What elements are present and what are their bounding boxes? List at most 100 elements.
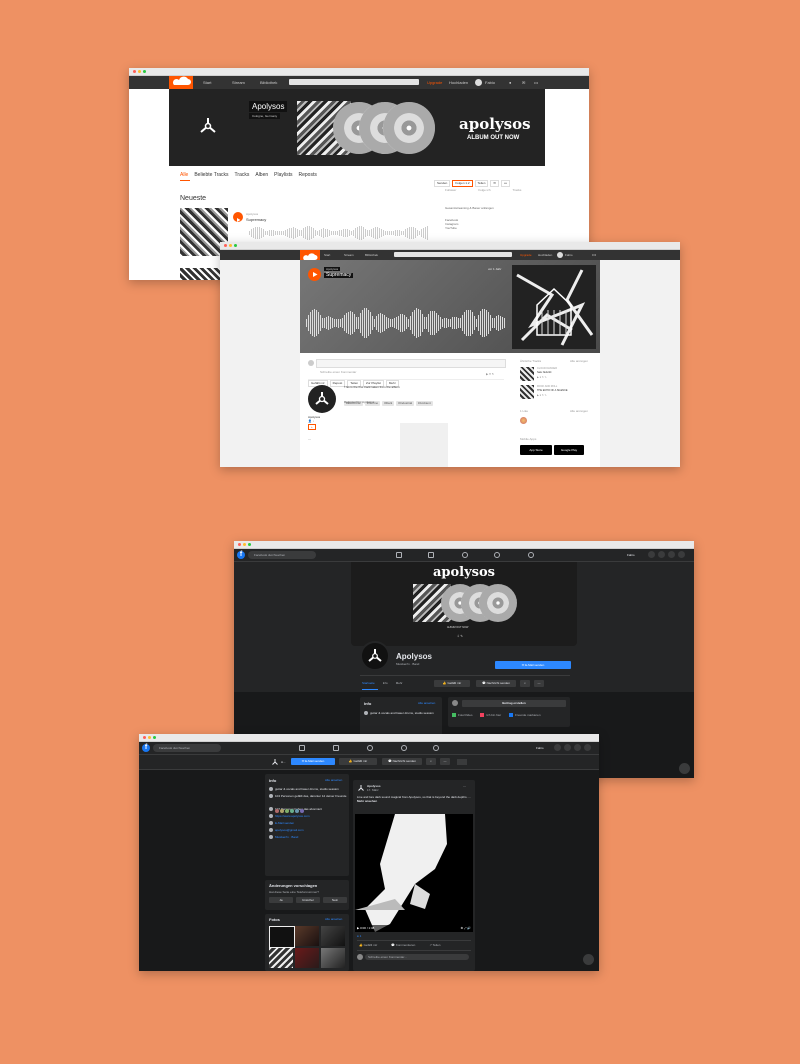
edit-cover-icon[interactable]: ⇩ ✎ [457, 634, 463, 638]
menu-icon[interactable] [648, 551, 655, 558]
see-all-link[interactable]: Alle ansehen [418, 701, 435, 705]
more-icon[interactable]: ••• [534, 80, 538, 85]
artist-avatar[interactable] [308, 385, 336, 413]
friend-avatar[interactable] [290, 809, 294, 813]
post-action[interactable]: Ich bin hier [480, 713, 501, 717]
photo-thumb[interactable] [295, 926, 319, 946]
gaming-icon[interactable] [433, 745, 439, 751]
home-icon[interactable] [299, 745, 305, 751]
comment-input[interactable]: Schreibe einen Kommentar [316, 359, 506, 374]
stat-1[interactable]: Folge ich [478, 188, 490, 192]
post-action[interactable]: 💬 Kommentieren [391, 943, 415, 947]
suggest-button[interactable]: Unsicher [296, 897, 320, 903]
messenger-icon[interactable] [658, 551, 665, 558]
profile-name[interactable]: Fabio [627, 553, 635, 557]
tag[interactable]: #Dark [382, 401, 395, 406]
groups-icon[interactable] [494, 552, 500, 558]
facebook-logo[interactable]: f [142, 744, 150, 752]
user-name[interactable]: Fabio [565, 253, 573, 257]
friend-avatar[interactable] [300, 809, 304, 813]
more-icon[interactable]: ⋯ [463, 784, 466, 788]
gaming-icon[interactable] [528, 552, 534, 558]
nav-stream[interactable]: Stream [344, 253, 354, 257]
photo-thumb[interactable] [269, 948, 293, 968]
photo-thumb[interactable] [295, 948, 319, 968]
mail-icon[interactable]: ✉ [490, 180, 499, 187]
watch-icon[interactable] [367, 745, 373, 751]
menu-icon[interactable] [554, 744, 561, 751]
create-post-button[interactable]: Beitrag erstellen [462, 700, 566, 707]
liker-avatar[interactable] [520, 417, 527, 424]
post-time[interactable]: 17. März [367, 788, 379, 792]
facebook-logo[interactable]: f [237, 551, 245, 559]
reactions[interactable]: ● 1 [357, 934, 361, 938]
friend-avatar[interactable] [285, 809, 289, 813]
hero-artist[interactable]: Apolysos [324, 267, 341, 271]
groups-icon[interactable] [401, 745, 407, 751]
new-message-icon[interactable] [679, 763, 690, 774]
related-artwork[interactable] [520, 385, 534, 399]
post-action[interactable]: ↗ Teilen [429, 943, 440, 947]
upgrade-link[interactable]: Upgrade [427, 80, 442, 85]
friend-avatar[interactable] [280, 809, 284, 813]
watch-icon[interactable] [462, 552, 468, 558]
info-item[interactable]: E-Mail senden [269, 821, 347, 825]
friend-avatar[interactable] [295, 809, 299, 813]
more-icon[interactable]: ⋯ [534, 680, 544, 687]
hero-waveform[interactable] [306, 308, 506, 338]
account-icon[interactable] [584, 744, 591, 751]
tab-3[interactable]: Alben [255, 172, 268, 178]
nav-stream[interactable]: Stream [232, 80, 245, 85]
info-item[interactable]: apolysos@gmail.com [269, 828, 347, 832]
pages-icon[interactable] [428, 552, 434, 558]
stat-2[interactable]: Tracks [513, 188, 522, 192]
avatar[interactable] [557, 252, 563, 258]
play-button[interactable] [308, 268, 321, 281]
share-button[interactable]: Teilen [474, 180, 489, 187]
nav-home[interactable]: Start [324, 253, 330, 257]
like-button[interactable]: 👍 Gefällt mir [339, 758, 377, 765]
bell-icon[interactable] [668, 551, 675, 558]
related-title[interactable]: Sale Nefertiti [537, 371, 551, 375]
video-controls[interactable]: ▶ 0:00 / 1:38 ⚙ ⤢ 🔊 [355, 925, 473, 932]
tab-0[interactable]: Alle [180, 172, 188, 178]
follow-button[interactable]: + [308, 424, 316, 430]
like-button[interactable]: 👍 Gefällt mir [434, 680, 470, 687]
post-action[interactable]: Freunde markieren [509, 713, 541, 717]
related-title[interactable]: THE ECHO OF A SILENCE [537, 389, 568, 393]
post-video[interactable]: ▶ 0:00 / 1:38 ⚙ ⤢ 🔊 [355, 814, 473, 932]
see-all-link[interactable]: Alle ansehen [325, 778, 342, 782]
email-button[interactable]: ✉ E-Mail senden [291, 758, 335, 765]
comment-input[interactable]: Schreibe einen Kommentar... [365, 954, 469, 960]
page-avatar[interactable] [360, 641, 390, 671]
photo-thumb[interactable] [321, 948, 345, 968]
search-input[interactable]: Facebook durchsuchen [248, 551, 316, 559]
tab-4[interactable]: Playlists [274, 172, 292, 178]
more-icon[interactable]: ⋯ [440, 758, 450, 765]
suggest-button[interactable]: Nein [323, 897, 347, 903]
friend-avatar[interactable] [275, 809, 279, 813]
tag[interactable]: #Industrial [396, 401, 415, 406]
tag[interactable]: #Ambient [416, 401, 433, 406]
stat-0[interactable]: Follower [445, 188, 456, 192]
more-icon[interactable]: ••• [592, 252, 596, 257]
app-store-button[interactable]: App Store [520, 445, 552, 455]
email-button[interactable]: ✉ E-Mail senden [495, 661, 571, 669]
message-button[interactable]: 💬 Nachricht senden [476, 680, 516, 687]
account-icon[interactable] [678, 551, 685, 558]
avatar[interactable] [475, 79, 482, 86]
follow-button[interactable]: Folgen 1.2 [452, 180, 473, 187]
search-input[interactable]: Suchen [394, 252, 512, 266]
tab-5[interactable]: Reposts [299, 172, 317, 178]
user-name[interactable]: Fabio [485, 80, 495, 85]
pages-icon[interactable] [333, 745, 339, 751]
soundcloud-logo[interactable] [169, 76, 193, 89]
more-button[interactable]: ⋯ [308, 437, 311, 441]
google-play-button[interactable]: Google Play [554, 445, 584, 455]
search-input[interactable]: Facebook durchsuchen [153, 744, 221, 752]
tab-1[interactable]: Beliebte Tracks [194, 172, 228, 178]
see-all-link[interactable]: Alle ansehen [325, 917, 342, 921]
suggest-button[interactable]: Ja [269, 897, 293, 903]
photo-thumb[interactable] [269, 926, 295, 948]
page-tab[interactable]: Mehr [396, 681, 403, 685]
